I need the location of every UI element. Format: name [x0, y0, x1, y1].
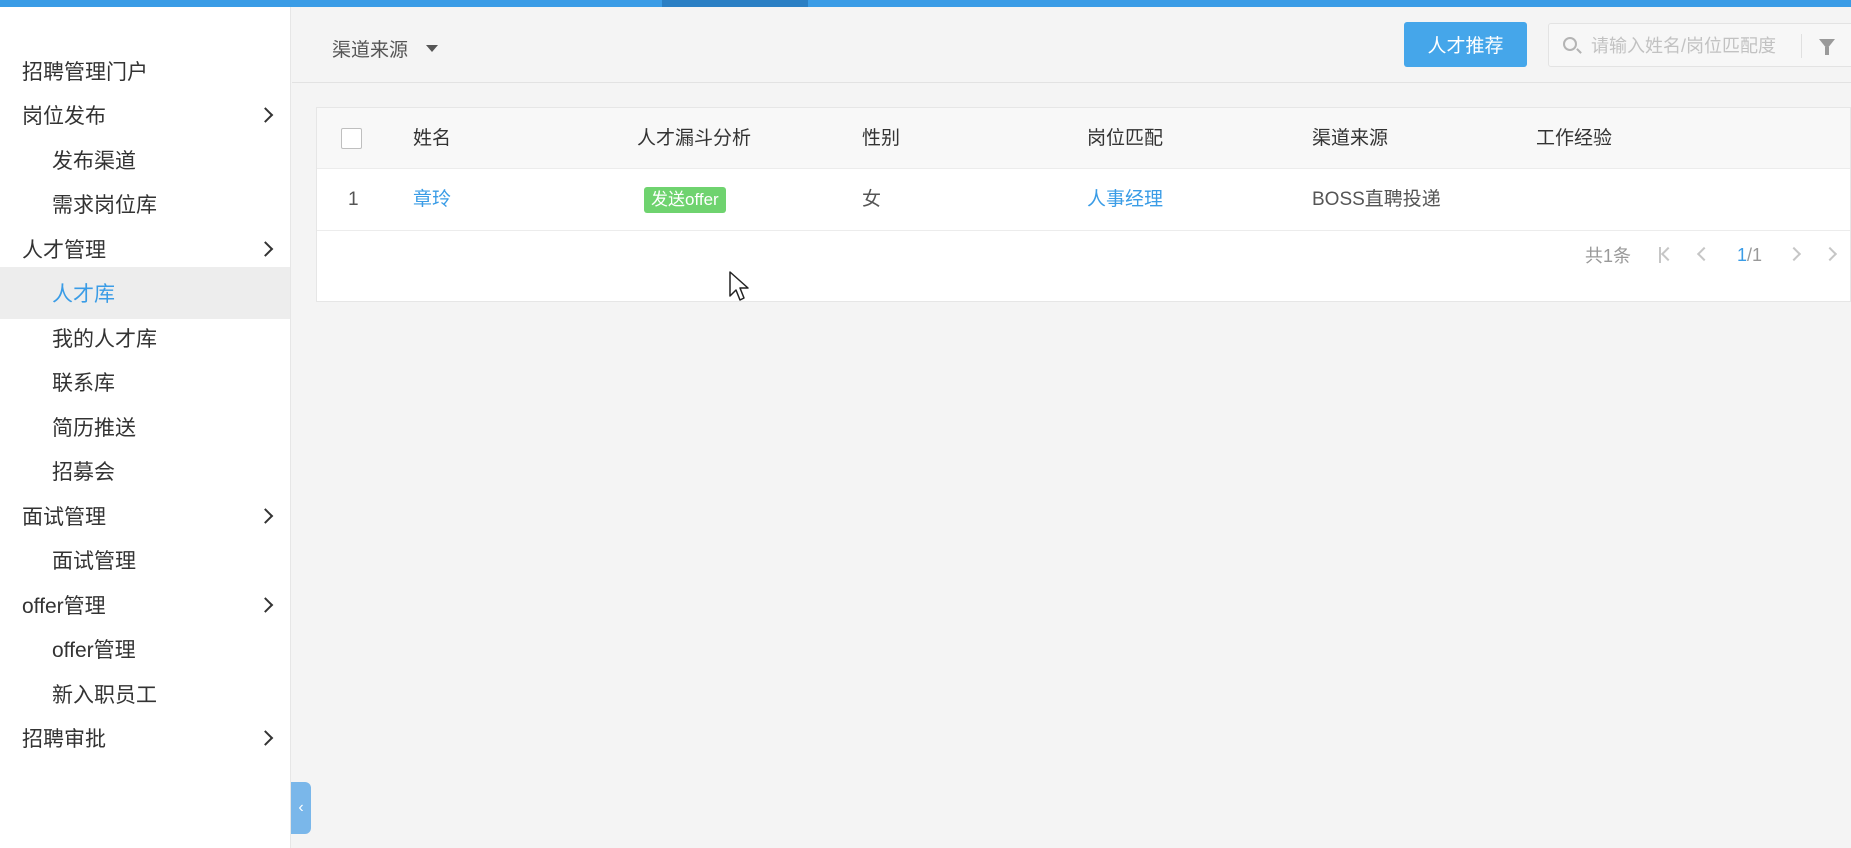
- divider: [1801, 34, 1802, 58]
- page-indicator: 1/1: [1737, 245, 1762, 266]
- sidebar-item-label: 新入职员工: [52, 684, 157, 707]
- sidebar-item-label: 人才库: [52, 283, 115, 306]
- column-header-funnel[interactable]: 人才漏斗分析: [637, 108, 751, 169]
- total-count: 共1条: [1584, 246, 1631, 266]
- funnel-status-badge: 发送offer: [644, 187, 726, 213]
- chevron-left-icon: [1696, 246, 1712, 262]
- chevron-right-icon: [257, 597, 274, 613]
- position-match-link[interactable]: 人事经理: [1087, 169, 1163, 231]
- talent-recommend-button[interactable]: 人才推荐: [1404, 22, 1527, 67]
- sidebar-group-approval[interactable]: 招聘审批: [0, 712, 290, 764]
- chevron-right-icon: [257, 241, 274, 257]
- chevron-right-icon: [257, 107, 274, 123]
- current-page: 1: [1736, 244, 1747, 265]
- column-header-position-match[interactable]: 岗位匹配: [1087, 108, 1163, 169]
- select-all-checkbox[interactable]: [341, 128, 362, 149]
- column-header-name[interactable]: 姓名: [413, 108, 451, 169]
- page-count: /1: [1746, 244, 1762, 265]
- table-row[interactable]: 1 章玲 发送offer 女 人事经理 BOSS直聘投递: [317, 169, 1850, 231]
- sidebar-item-label: 发布渠道: [52, 150, 136, 173]
- column-header-experience[interactable]: 工作经验: [1536, 108, 1612, 169]
- chevron-right-icon: [257, 508, 274, 524]
- sidebar-item-label: 招募会: [52, 461, 115, 484]
- first-page-icon: [1658, 247, 1661, 263]
- top-progress-segment: [662, 0, 808, 7]
- search-input[interactable]: [1591, 32, 1791, 60]
- pagination: 共1条 1/1: [1585, 240, 1850, 270]
- sidebar-item-label: 面试管理: [52, 550, 136, 573]
- chevron-right-icon: [1822, 246, 1838, 262]
- channel-source-label: 渠道来源: [332, 39, 409, 61]
- talent-table-panel: 姓名 人才漏斗分析 性别 岗位匹配 渠道来源 工作经验 1 章玲 发送offer…: [316, 107, 1851, 302]
- sidebar-item-label: offer管理: [52, 639, 136, 662]
- mouse-cursor-icon: [729, 271, 749, 301]
- sidebar-item-label: 招聘管理门户: [22, 61, 148, 84]
- toolbar: 渠道来源 人才推荐: [292, 7, 1851, 83]
- sidebar-collapse-button[interactable]: ‹: [291, 782, 311, 834]
- first-page-button[interactable]: [1652, 240, 1682, 270]
- column-header-gender[interactable]: 性别: [862, 108, 900, 169]
- last-page-button[interactable]: [1817, 240, 1847, 270]
- sidebar-item-label: 岗位发布: [22, 105, 106, 128]
- sidebar-item-label: 人才管理: [22, 239, 106, 262]
- chevron-right-icon: [257, 730, 274, 746]
- sidebar: 招聘管理门户 岗位发布 发布渠道 需求岗位库 人才管理 人才库 我的人才库 联系…: [0, 7, 291, 848]
- chevron-left-icon: [1660, 246, 1676, 262]
- sidebar-item-label: 联系库: [52, 372, 115, 395]
- chevron-left-icon: ‹: [298, 799, 304, 816]
- channel-cell: BOSS直聘投递: [1312, 189, 1441, 210]
- sidebar-item-label: 简历推送: [52, 417, 136, 440]
- search-icon: [1563, 37, 1577, 51]
- column-header-channel[interactable]: 渠道来源: [1312, 108, 1388, 169]
- channel-source-dropdown[interactable]: 渠道来源: [332, 33, 439, 63]
- sidebar-item-label: 需求岗位库: [52, 194, 157, 217]
- gender-cell: 女: [862, 189, 882, 210]
- chevron-right-icon: [1786, 246, 1802, 262]
- sidebar-item-label: offer管理: [22, 595, 106, 618]
- sidebar-item-label: 招聘审批: [22, 728, 106, 751]
- filter-icon[interactable]: [1819, 39, 1835, 55]
- caret-down-icon: [426, 44, 439, 52]
- sidebar-item-label: 面试管理: [22, 506, 106, 529]
- candidate-name-link[interactable]: 章玲: [413, 169, 451, 231]
- next-page-button[interactable]: [1781, 240, 1811, 270]
- top-progress-bar: [0, 0, 1851, 7]
- prev-page-button[interactable]: [1688, 240, 1718, 270]
- table-header: 姓名 人才漏斗分析 性别 岗位匹配 渠道来源 工作经验: [317, 108, 1850, 169]
- search-box: [1548, 23, 1851, 67]
- sidebar-item-label: 我的人才库: [52, 328, 157, 351]
- row-index: 1: [348, 189, 359, 210]
